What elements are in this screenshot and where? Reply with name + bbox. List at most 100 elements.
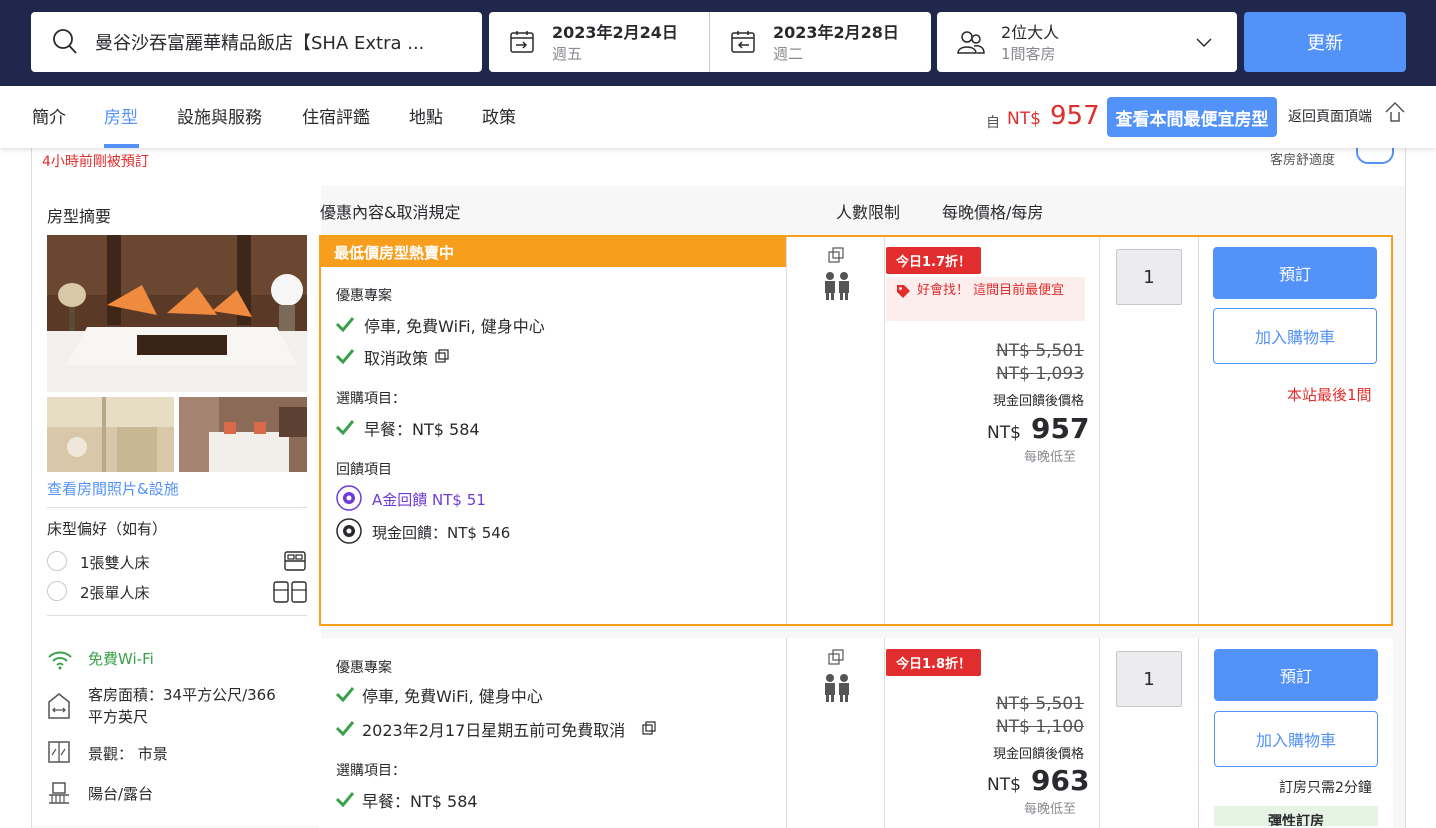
final-price: 957	[1031, 412, 1090, 445]
from-currency: NT$	[1007, 109, 1041, 129]
price-currency: NT$	[987, 775, 1021, 795]
discounted-price: NT$ 1,100	[996, 717, 1084, 737]
two-adults-icon	[822, 271, 852, 305]
price-currency: NT$	[987, 423, 1021, 443]
room-photo-bedroom[interactable]	[179, 397, 307, 472]
adults-text: 2位大人	[1001, 23, 1060, 42]
checkout-date-text: 2023年2月28日	[773, 23, 899, 42]
guest-selector[interactable]: 2位大人 1間客房	[937, 12, 1237, 72]
header-price: 每晚價格/每房	[942, 203, 1044, 222]
check-icon	[335, 419, 355, 439]
from-label: 自	[986, 115, 1000, 131]
arrow-up-icon[interactable]	[1384, 101, 1406, 127]
check-icon	[335, 316, 355, 336]
column-divider	[786, 237, 787, 624]
external-link-icon[interactable]	[828, 649, 844, 669]
view-cheapest-room-button[interactable]: 查看本間最便宜房型	[1107, 97, 1277, 137]
wifi-icon	[47, 650, 73, 674]
per-night-label: 每晚低至	[1024, 802, 1077, 817]
divider	[47, 615, 307, 616]
per-night-label: 每晚低至	[1024, 450, 1077, 465]
balcony-amenity: 陽台/露台	[88, 785, 154, 803]
hotel-name-value: 曼谷沙吞富麗華精品飯店【SHA Extra ...	[95, 33, 425, 54]
free-cancellation-link[interactable]: 2023年2月17日星期五前可免費取消	[362, 717, 625, 741]
a-coin-cashback: A金回饋 NT$ 51	[372, 491, 486, 509]
check-icon	[335, 686, 355, 706]
cash-cashback: 現金回饋：NT$ 546	[372, 524, 511, 542]
check-icon	[335, 720, 355, 740]
flexible-booking-badge: 彈性訂房	[1214, 806, 1378, 826]
calendar-icon	[730, 29, 756, 59]
add-to-cart-button[interactable]: 加入購物車	[1213, 308, 1377, 364]
column-divider	[1099, 638, 1100, 828]
breakfast-option: 早餐：NT$ 584	[364, 420, 480, 439]
tab-location[interactable]: 地點	[409, 103, 443, 128]
best-deal-notice: 好會找！ 這間目前最便宜	[886, 277, 1085, 321]
external-link-icon[interactable]	[642, 720, 656, 739]
city-view-icon	[47, 740, 71, 768]
chevron-down-icon[interactable]	[1195, 34, 1213, 53]
room-quantity-select[interactable]: 1	[1116, 651, 1182, 707]
original-price: NT$ 5,501	[996, 341, 1084, 361]
tab-rooms[interactable]: 房型	[104, 103, 138, 128]
best-deal-text: 好會找！ 這間目前最便宜	[917, 283, 1065, 298]
discounted-price: NT$ 1,093	[996, 364, 1084, 384]
room-photo-bathroom[interactable]	[47, 397, 174, 472]
book-button[interactable]: 預訂	[1214, 649, 1378, 701]
search-bar: 曼谷沙吞富麗華精品飯店【SHA Extra ... 2023年2月24日 週五 …	[0, 0, 1436, 86]
tab-policies[interactable]: 政策	[482, 103, 516, 128]
tab-facilities[interactable]: 設施與服務	[177, 103, 262, 128]
tab-reviews[interactable]: 住宿評鑑	[302, 103, 370, 128]
hotel-search-input[interactable]: 曼谷沙吞富麗華精品飯店【SHA Extra ...	[31, 12, 482, 72]
deal-section-title: 優惠專案	[336, 288, 392, 304]
book-button[interactable]: 預訂	[1213, 247, 1377, 299]
free-wifi-amenity: 免費Wi-Fi	[88, 650, 154, 668]
double-bed-icon	[283, 550, 307, 576]
options-title: 選購項目：	[336, 763, 406, 779]
room-quantity-select[interactable]: 1	[1116, 249, 1182, 305]
update-button[interactable]: 更新	[1244, 12, 1406, 72]
column-divider	[1198, 237, 1199, 624]
rooms-text: 1間客房	[1001, 45, 1056, 63]
checkout-date[interactable]: 2023年2月28日 週二	[710, 12, 930, 72]
a-coin-icon	[336, 485, 362, 515]
cashback-title: 回饋項目	[336, 462, 392, 478]
calendar-icon	[509, 29, 535, 59]
discount-badge: 今日1.7折！	[886, 247, 982, 274]
breakfast-option: 早餐：NT$ 584	[362, 792, 478, 811]
room-panel-header-strip	[32, 148, 1405, 186]
bed-preference-title: 床型偏好（如有）	[47, 520, 168, 538]
bed-option-double-radio[interactable]	[47, 551, 67, 571]
room-photo-main[interactable]	[47, 235, 307, 392]
back-to-top-link[interactable]: 返回頁面頂端	[1288, 106, 1372, 126]
add-to-cart-button[interactable]: 加入購物車	[1214, 711, 1378, 767]
external-link-icon[interactable]	[828, 247, 844, 267]
cancellation-policy-link[interactable]: 取消政策	[364, 345, 428, 369]
section-tabs: 簡介 房型 設施與服務 住宿評鑑 地點 政策 自 NT$ 957 查看本間最便宜…	[0, 86, 1436, 148]
balcony-icon	[47, 781, 71, 809]
two-adults-icon	[822, 673, 852, 707]
check-icon	[335, 348, 355, 368]
final-price: 963	[1031, 764, 1090, 797]
room-size-amenity-line1: 客房面積：34平方公尺/366	[88, 686, 276, 704]
tab-overview[interactable]: 簡介	[32, 103, 66, 128]
after-cashback-label: 現金回饋後價格	[992, 394, 1084, 409]
room-size-amenity-line2: 平方英尺	[88, 708, 149, 726]
checkin-date[interactable]: 2023年2月24日 週五	[489, 12, 709, 72]
check-icon	[335, 791, 355, 811]
column-divider	[786, 638, 787, 828]
guests-icon	[957, 29, 985, 59]
after-cashback-label: 現金回饋後價格	[992, 747, 1084, 762]
perks-text: 停車, 免費WiFi, 健身中心	[362, 687, 543, 706]
date-picker[interactable]: 2023年2月24日 週五 2023年2月28日 週二	[489, 12, 931, 72]
bed-option-double-label: 1張雙人床	[80, 554, 150, 572]
bed-option-twin-radio[interactable]	[47, 581, 67, 601]
external-link-icon[interactable]	[435, 348, 449, 367]
header-room-summary: 房型摘要	[47, 207, 112, 226]
room-size-icon	[47, 692, 71, 724]
view-room-photos-link[interactable]: 查看房間照片&設施	[47, 478, 179, 499]
deal-section-title: 優惠專案	[336, 660, 392, 676]
last-room-notice: 本站最後1間	[1287, 386, 1372, 404]
view-amenity: 景觀： 市景	[88, 745, 168, 763]
lowest-price-banner: 最低價房型熱賣中	[321, 237, 786, 267]
